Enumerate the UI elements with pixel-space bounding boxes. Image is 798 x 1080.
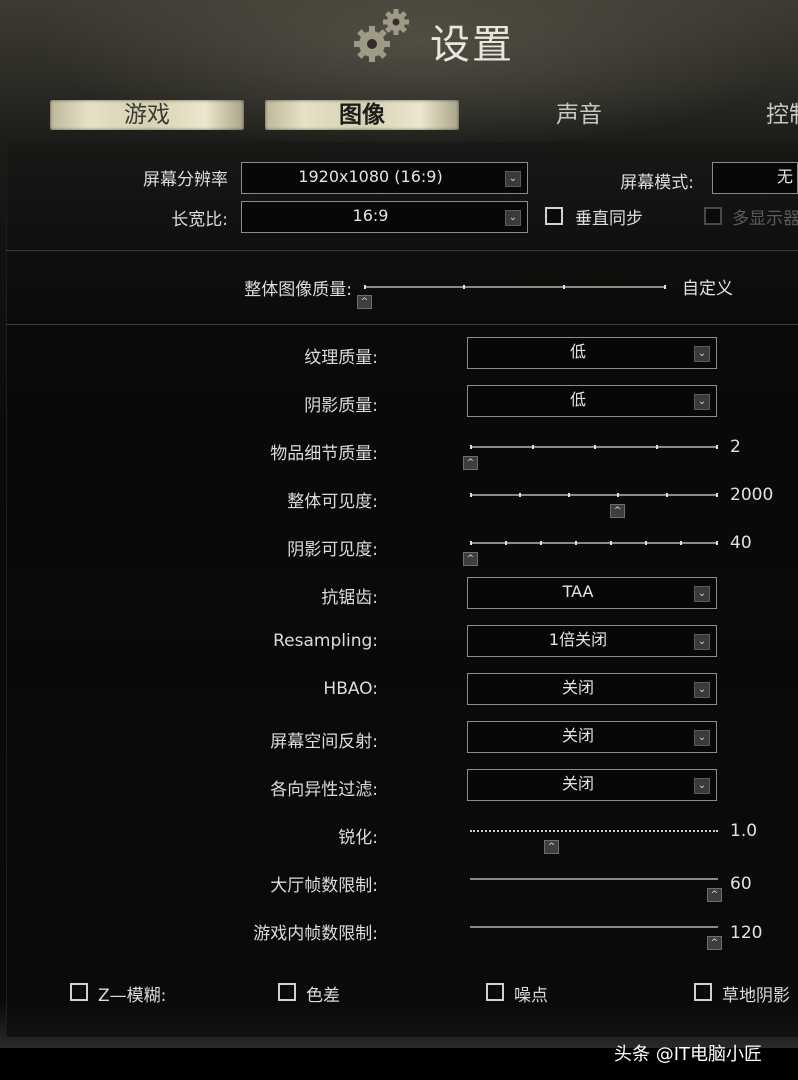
tab-sound[interactable]: 声音 <box>525 100 633 130</box>
chevron-down-icon: ⌄ <box>694 634 710 650</box>
chevron-down-icon: ⌄ <box>694 586 710 602</box>
overall-quality-label: 整体图像质量: <box>244 280 352 300</box>
lobby-fps-slider[interactable] <box>470 878 718 880</box>
lobby-fps-value: 60 <box>730 874 752 894</box>
vsync-checkbox[interactable] <box>545 207 563 225</box>
resampling-dropdown[interactable]: 1倍关闭 ⌄ <box>467 625 717 657</box>
object-lod-value: 2 <box>730 437 741 457</box>
sharpen-slider-thumb[interactable]: ^ <box>544 840 559 854</box>
tab-game[interactable]: 游戏 <box>50 100 244 130</box>
hbao-label: HBAO: <box>323 679 378 699</box>
sharpen-slider[interactable] <box>470 830 718 832</box>
shadow-quality-dropdown[interactable]: 低 ⌄ <box>467 385 717 417</box>
texture-quality-label: 纹理质量: <box>304 348 378 368</box>
aspect-ratio-value: 16:9 <box>352 206 389 225</box>
grass-shadows-label: 草地阴影 <box>722 986 790 1006</box>
chevron-down-icon: ⌄ <box>505 210 521 226</box>
gears-icon <box>354 9 409 62</box>
chevron-down-icon: ⌄ <box>694 346 710 362</box>
vsync-label: 垂直同步 <box>575 209 643 229</box>
z-blur-label: Z—模糊: <box>98 986 167 1006</box>
hbao-dropdown[interactable]: 关闭 ⌄ <box>467 673 717 705</box>
z-blur-checkbox[interactable] <box>70 983 88 1001</box>
screen-mode-value: 无 <box>776 167 793 186</box>
shadow-quality-label: 阴影质量: <box>304 396 378 416</box>
lobby-fps-label: 大厅帧数限制: <box>270 876 378 896</box>
object-lod-slider-thumb[interactable]: ^ <box>463 456 478 470</box>
multi-monitor-label: 多显示器 <box>732 209 798 229</box>
anisotropic-label: 各向异性过滤: <box>270 780 378 800</box>
object-lod-label: 物品细节质量: <box>270 444 378 464</box>
chevron-down-icon: ⌄ <box>694 730 710 746</box>
ssr-value: 关闭 <box>561 726 594 745</box>
settings-window: 设置 游戏 图像 声音 控制 屏幕分辨率 1920x1080 (16:9) ⌄ … <box>0 0 798 1048</box>
aspect-ratio-label: 长宽比: <box>171 210 228 230</box>
divider <box>6 324 798 325</box>
chevron-down-icon: ⌄ <box>694 682 710 698</box>
object-lod-slider[interactable] <box>470 445 718 449</box>
ssr-label: 屏幕空间反射: <box>270 732 378 752</box>
divider <box>6 250 798 251</box>
screen-mode-label: 屏幕模式: <box>620 173 694 193</box>
antialiasing-value: TAA <box>562 582 594 601</box>
shadow-visibility-slider[interactable] <box>470 541 718 545</box>
antialiasing-label: 抗锯齿: <box>321 588 378 608</box>
chevron-down-icon: ⌄ <box>505 171 521 187</box>
noise-label: 噪点 <box>514 986 548 1006</box>
lobby-fps-slider-thumb[interactable]: ^ <box>707 888 722 902</box>
overall-visibility-value: 2000 <box>730 485 774 505</box>
noise-checkbox[interactable] <box>486 983 504 1001</box>
shadow-visibility-label: 阴影可见度: <box>287 540 378 560</box>
resolution-value: 1920x1080 (16:9) <box>298 167 443 186</box>
texture-quality-dropdown[interactable]: 低 ⌄ <box>467 337 717 369</box>
overall-visibility-slider[interactable] <box>470 493 718 497</box>
resampling-label: Resampling: <box>273 631 378 651</box>
shadow-visibility-slider-thumb[interactable]: ^ <box>463 552 478 566</box>
multi-monitor-checkbox[interactable] <box>704 207 722 225</box>
overall-quality-slider-thumb[interactable]: ^ <box>357 295 372 309</box>
overall-quality-value: 自定义 <box>682 279 733 299</box>
chevron-down-icon: ⌄ <box>694 394 710 410</box>
tab-graphics[interactable]: 图像 <box>265 100 459 130</box>
overall-quality-slider[interactable] <box>364 285 666 289</box>
resolution-dropdown[interactable]: 1920x1080 (16:9) ⌄ <box>241 162 528 194</box>
shadow-quality-value: 低 <box>569 390 586 409</box>
sharpen-label: 锐化: <box>338 828 378 848</box>
game-fps-slider-thumb[interactable]: ^ <box>707 936 722 950</box>
resampling-value: 1倍关闭 <box>548 630 608 649</box>
grass-shadows-checkbox[interactable] <box>694 983 712 1001</box>
shadow-visibility-value: 40 <box>730 533 752 553</box>
overall-visibility-slider-thumb[interactable]: ^ <box>610 504 625 518</box>
chromatic-aberration-checkbox[interactable] <box>278 983 296 1001</box>
watermark: 头条 @IT电脑小匠 <box>614 1044 763 1065</box>
chevron-down-icon: ⌄ <box>694 778 710 794</box>
texture-quality-value: 低 <box>569 342 586 361</box>
chromatic-aberration-label: 色差 <box>306 986 340 1006</box>
anisotropic-dropdown[interactable]: 关闭 ⌄ <box>467 769 717 801</box>
game-fps-label: 游戏内帧数限制: <box>253 924 378 944</box>
antialiasing-dropdown[interactable]: TAA ⌄ <box>467 577 717 609</box>
resolution-label: 屏幕分辨率 <box>143 170 228 190</box>
game-fps-slider[interactable] <box>470 926 718 928</box>
screen-mode-dropdown[interactable]: 无 <box>712 162 798 194</box>
aspect-ratio-dropdown[interactable]: 16:9 ⌄ <box>241 201 528 233</box>
tab-controls[interactable]: 控制 <box>766 100 798 130</box>
page-title: 设置 <box>430 22 514 68</box>
sharpen-value: 1.0 <box>730 821 758 841</box>
game-fps-value: 120 <box>730 923 763 943</box>
hbao-value: 关闭 <box>561 678 594 697</box>
overall-visibility-label: 整体可见度: <box>287 492 378 512</box>
anisotropic-value: 关闭 <box>561 774 594 793</box>
ssr-dropdown[interactable]: 关闭 ⌄ <box>467 721 717 753</box>
